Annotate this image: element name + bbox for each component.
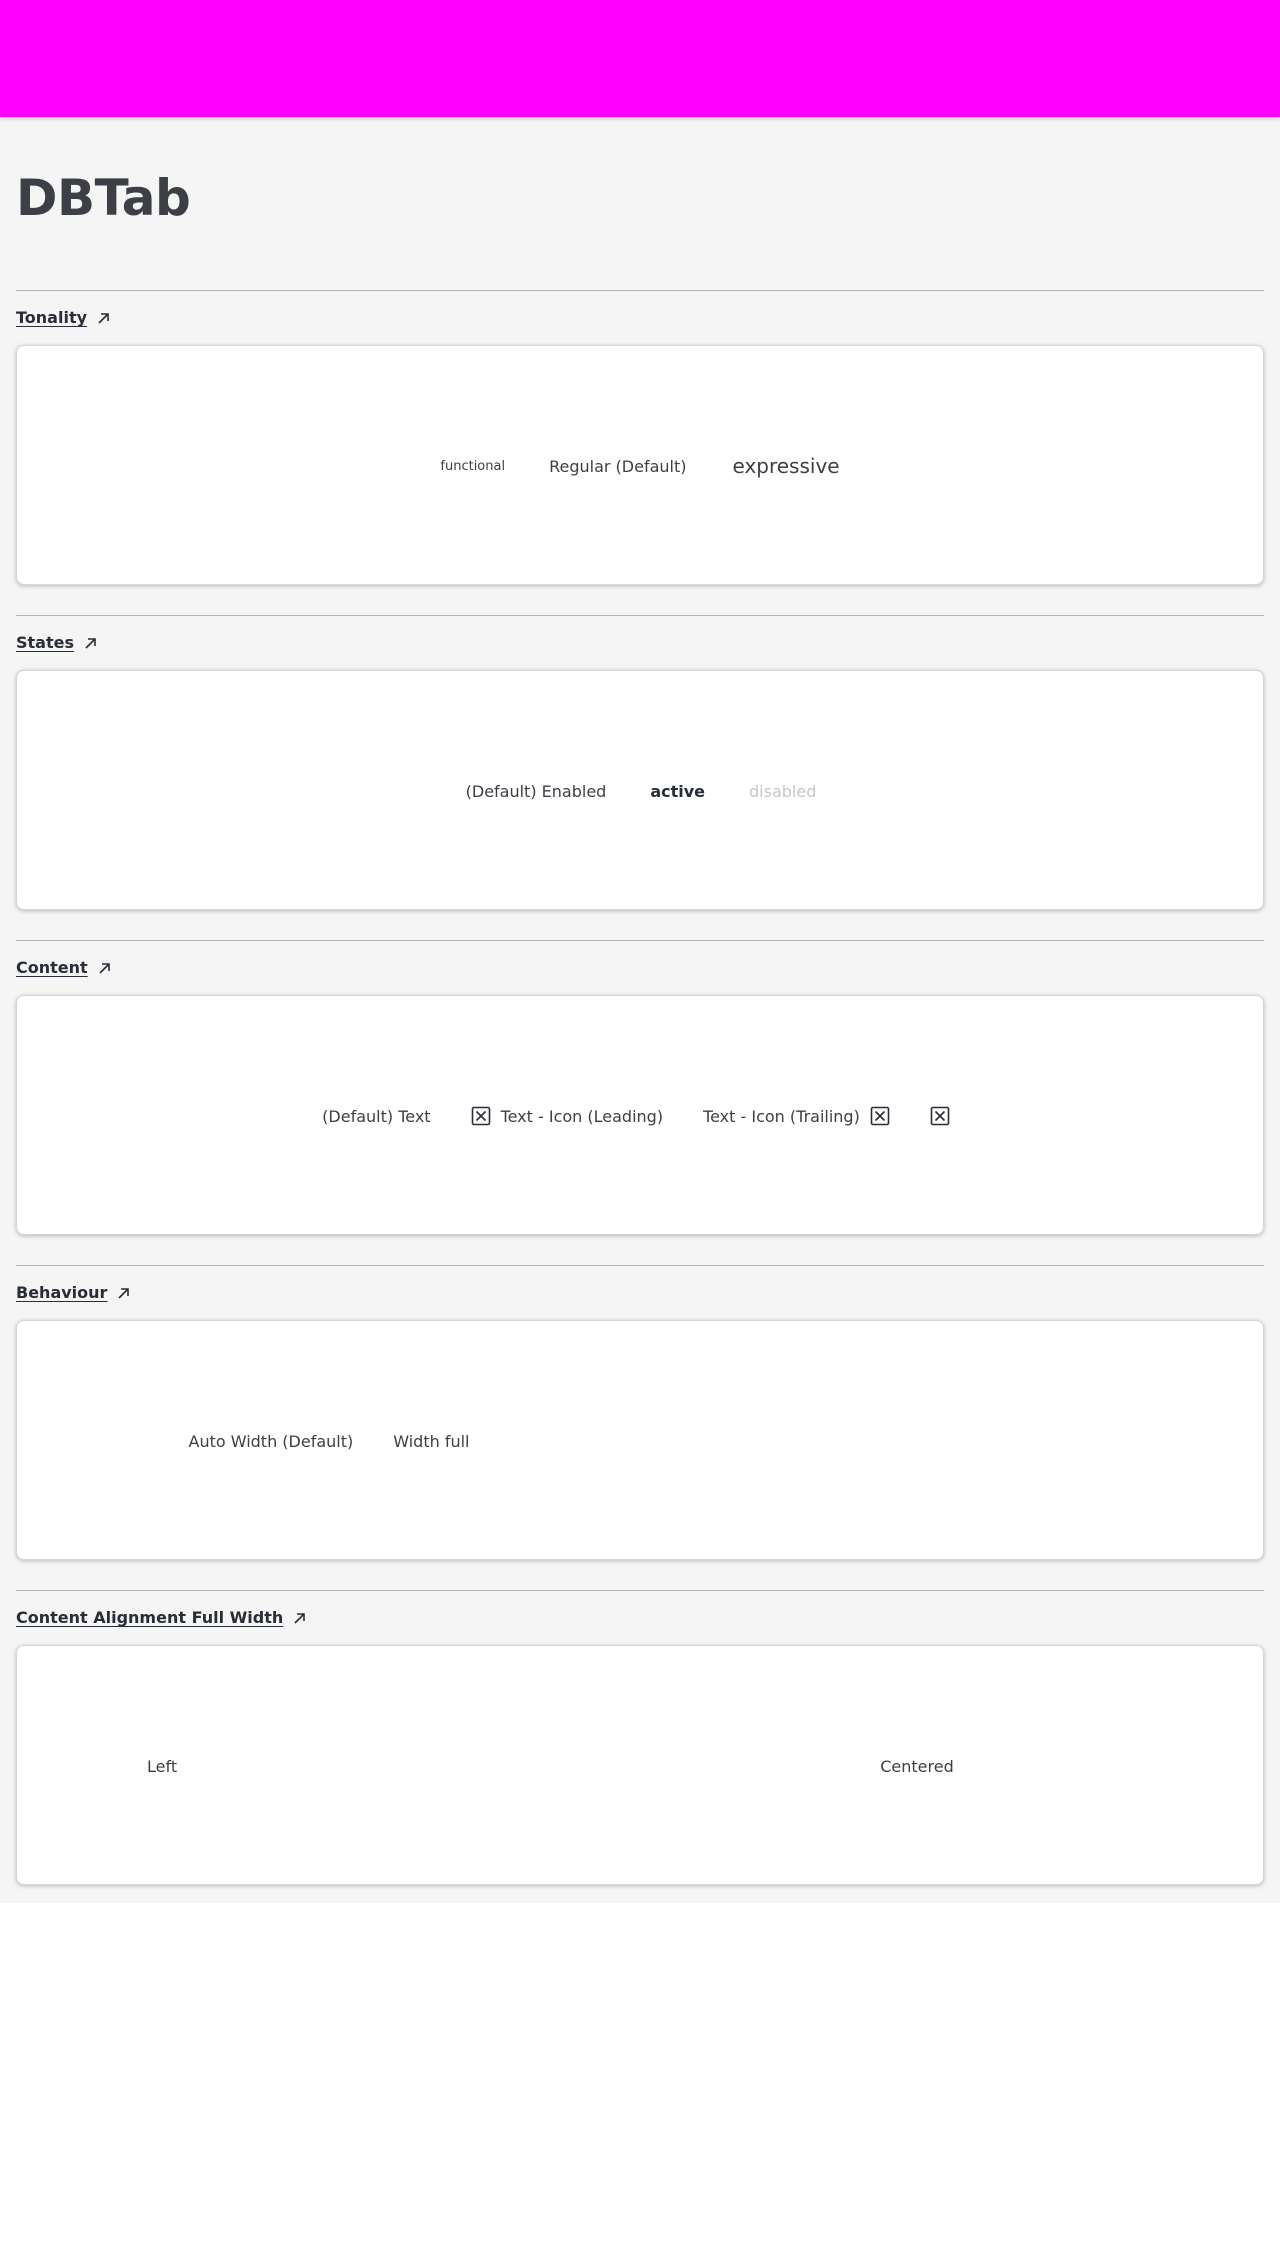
tab-left[interactable]: Left [127, 1749, 197, 1784]
section-link-states[interactable]: States [16, 633, 100, 652]
tab-label: functional [440, 458, 506, 474]
tab-label: expressive [732, 454, 840, 478]
section-link-tonality[interactable]: Tonality [16, 308, 113, 327]
page-background: DBTab Tonality functional Regular (Defau… [0, 0, 1280, 1903]
tab-label: (Default) Enabled [465, 781, 607, 801]
tab-label: disabled [749, 781, 817, 801]
section-divider [16, 290, 1264, 291]
section-title: Content Alignment Full Width [16, 1608, 284, 1627]
section-divider [16, 940, 1264, 941]
tab-enabled[interactable]: (Default) Enabled [444, 774, 629, 809]
example-card: Left Centered [16, 1645, 1264, 1885]
arrow-up-right-icon [118, 1287, 130, 1299]
section-title: States [16, 633, 74, 652]
arrow-up-right-icon [85, 637, 96, 649]
section-link-behaviour[interactable]: Behaviour [16, 1283, 133, 1302]
example-card: (Default) Enabled active disabled [16, 670, 1264, 910]
tab-label: Regular (Default) [549, 456, 687, 476]
arrow-up-right-icon [99, 962, 110, 974]
tab-label: Left [147, 1756, 178, 1776]
arrow-up-right-icon [98, 312, 109, 324]
section-divider [16, 1265, 1264, 1266]
section-title: Behaviour [16, 1283, 108, 1302]
section-link-content[interactable]: Content [16, 958, 114, 977]
tab-label: (Default) Text [322, 1106, 431, 1126]
arrow-up-right-icon [294, 1612, 306, 1624]
tab-icon-trailing[interactable]: Text - Icon (Trailing) [683, 1098, 910, 1134]
section-title: Content [16, 958, 88, 977]
section-divider [16, 615, 1264, 616]
tab-label: Width full [393, 1431, 470, 1451]
tab-disabled: disabled [727, 774, 838, 809]
tab-label: Auto Width (Default) [188, 1431, 354, 1451]
example-card: Auto Width (Default) Width full [16, 1320, 1264, 1560]
example-card: functional Regular (Default) expressive [16, 345, 1264, 585]
tab-label: active [650, 781, 706, 801]
tab-functional[interactable]: functional [422, 451, 523, 482]
tab-width-full[interactable]: Width full [373, 1424, 489, 1459]
example-card: (Default) Text Text - Icon (Leading) Tex… [16, 995, 1264, 1235]
tab-centered[interactable]: Centered [860, 1749, 974, 1784]
section-title: Tonality [16, 308, 88, 327]
section-link-content-alignment[interactable]: Content Alignment Full Width [16, 1608, 309, 1627]
tab-label: Centered [880, 1756, 954, 1776]
tab-icon-leading[interactable]: Text - Icon (Leading) [451, 1098, 684, 1134]
tab-expressive[interactable]: expressive [712, 446, 859, 486]
page-title: DBTab [16, 169, 191, 227]
tab-icon-only[interactable] [910, 1098, 980, 1134]
tab-text[interactable]: (Default) Text [302, 1099, 450, 1134]
tab-label: Text - Icon (Leading) [500, 1106, 664, 1126]
tab-auto-width[interactable]: Auto Width (Default) [169, 1424, 374, 1459]
x-square-icon [930, 1106, 950, 1126]
header-bar [0, 0, 1280, 117]
x-square-icon [870, 1106, 890, 1126]
section-divider [16, 1590, 1264, 1591]
tab-label: Text - Icon (Trailing) [703, 1106, 860, 1126]
x-square-icon [471, 1106, 490, 1126]
tab-regular[interactable]: Regular (Default) [523, 449, 712, 484]
tab-active[interactable]: active [628, 774, 727, 809]
